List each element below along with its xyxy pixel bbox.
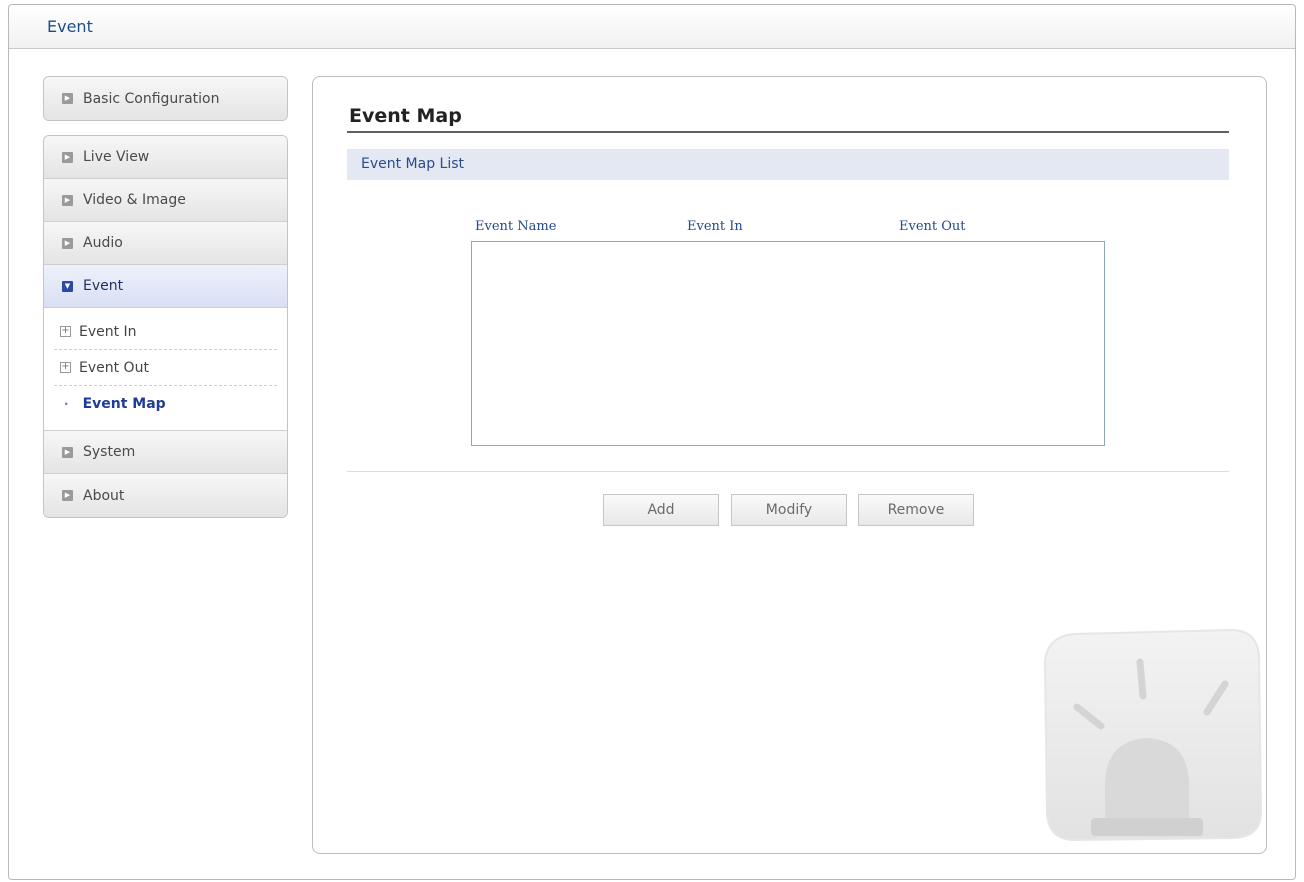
modify-button[interactable]: Modify (731, 494, 847, 526)
sidebar-item-label: System (83, 444, 136, 460)
sidebar-item-live-view[interactable]: ▶ Live View (44, 136, 287, 179)
column-header-event-name: Event Name (475, 219, 557, 234)
chevron-right-icon: ▶ (62, 490, 73, 501)
sidebar-subitem-event-out[interactable]: + Event Out (54, 350, 277, 386)
sidebar-item-audio[interactable]: ▶ Audio (44, 222, 287, 265)
sidebar-item-event[interactable]: ▼ Event (44, 265, 287, 308)
sidebar-item-label: Basic Configuration (83, 90, 220, 107)
sidebar-subitem-event-in[interactable]: + Event In (54, 314, 277, 350)
sidebar-item-system[interactable]: ▶ System (44, 431, 287, 474)
sidebar-item-label: Live View (83, 149, 150, 165)
chevron-right-icon: ▶ (62, 93, 73, 104)
bullet-icon: · (64, 397, 69, 411)
event-map-listbox[interactable] (471, 241, 1105, 446)
content-divider (347, 471, 1229, 472)
sidebar-item-basic-configuration[interactable]: ▶ Basic Configuration (44, 77, 287, 120)
event-submenu: + Event In + Event Out · Event Map (44, 308, 287, 431)
section-header-label: Event Map List (361, 156, 465, 172)
page-header-title: Event (47, 17, 93, 36)
sidebar-item-label: Video & Image (83, 192, 186, 208)
sidebar-basic-config-box: ▶ Basic Configuration (43, 76, 288, 121)
main-panel: Event Map Event Map List Event Name Even… (312, 76, 1267, 854)
plus-box-icon: + (60, 361, 71, 373)
sidebar-nav: ▶ Live View ▶ Video & Image ▶ Audio ▼ Ev… (43, 135, 288, 518)
page-header: Event (9, 5, 1295, 49)
sidebar-item-label: About (83, 487, 125, 504)
chevron-right-icon: ▶ (62, 194, 73, 206)
column-header-event-out: Event Out (899, 219, 966, 234)
column-header-event-in: Event In (687, 219, 743, 234)
sidebar-subitem-label: Event Out (79, 359, 149, 376)
add-button[interactable]: Add (603, 494, 719, 526)
alarm-light-icon (1043, 628, 1263, 842)
chevron-right-icon: ▶ (62, 237, 73, 249)
section-header: Event Map List (347, 149, 1229, 180)
chevron-right-icon: ▶ (62, 446, 73, 458)
remove-button[interactable]: Remove (858, 494, 974, 526)
page-title: Event Map (349, 105, 462, 127)
sidebar-item-label: Audio (83, 235, 123, 251)
sidebar-item-video-image[interactable]: ▶ Video & Image (44, 179, 287, 222)
title-divider (347, 131, 1229, 133)
sidebar-subitem-label: Event In (79, 323, 137, 340)
sidebar-item-about[interactable]: ▶ About (44, 474, 287, 517)
chevron-right-icon: ▶ (62, 151, 73, 163)
sidebar-subitem-label: Event Map (82, 396, 166, 412)
chevron-down-icon: ▼ (62, 280, 73, 292)
sidebar-item-label: Event (83, 278, 124, 294)
sidebar-subitem-event-map[interactable]: · Event Map (54, 386, 277, 422)
plus-box-icon: + (60, 325, 71, 337)
